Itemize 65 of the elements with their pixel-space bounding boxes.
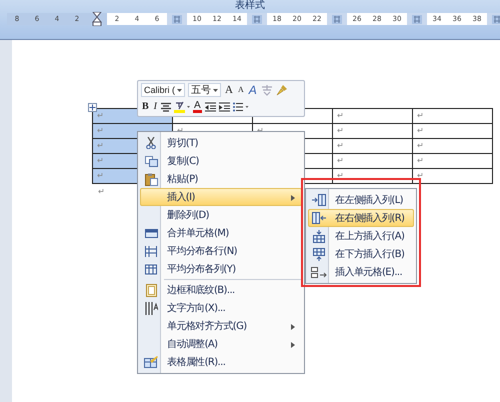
menu-item[interactable]: 自动调整(A): [140, 335, 302, 353]
table-cell: ↵: [412, 168, 492, 184]
menu-item[interactable]: 合并单元格(M): [140, 224, 302, 242]
menu-item[interactable]: 在下方插入行(B): [308, 245, 414, 263]
column-marker-icon[interactable]: [332, 14, 342, 24]
table-cell: ↵: [332, 108, 412, 124]
move-handle-icon[interactable]: [88, 103, 97, 112]
caret-icon: [177, 88, 182, 92]
copy-icon: [144, 156, 158, 166]
insert-column-left-icon: [312, 194, 326, 206]
table-cell: ↵: [332, 168, 412, 184]
bullet-list-icon[interactable]: [232, 102, 249, 112]
submenu-arrow-icon: [291, 195, 295, 201]
menu-item[interactable]: 在右侧插入列(R): [308, 209, 414, 227]
column-marker-icon[interactable]: [172, 14, 182, 24]
brush-icon[interactable]: [276, 84, 288, 96]
insert-row-above-icon: [313, 230, 325, 242]
column-marker-icon[interactable]: [412, 14, 422, 24]
window-title: 表样式: [235, 0, 265, 11]
text-direction-icon: [144, 302, 158, 314]
insert-row-below-icon: [313, 248, 325, 260]
decrease-indent-icon[interactable]: [204, 102, 216, 112]
font-field[interactable]: Calibri (: [141, 83, 186, 98]
merge-cells-icon: [144, 228, 158, 238]
table-cell: ↵: [332, 138, 412, 154]
page-icon: [146, 284, 156, 296]
align-center-icon[interactable]: [161, 102, 172, 112]
caret-icon: [213, 88, 218, 92]
table-properties-icon: [144, 356, 158, 368]
highlighter-icon[interactable]: [174, 100, 190, 113]
table-cell: ↵: [332, 124, 412, 138]
increase-indent-icon[interactable]: [218, 102, 230, 112]
menu-item[interactable]: 在上方插入行(A): [308, 227, 414, 245]
menu-item[interactable]: 边框和底纹(B)...: [140, 281, 302, 299]
clipboard-icon: [144, 172, 158, 186]
distribute-columns-icon: [144, 264, 158, 274]
menu-item[interactable]: 插入单元格(E)...: [308, 263, 414, 281]
menu-item[interactable]: 删除列(D): [140, 206, 302, 224]
shrink-font-button[interactable]: A: [236, 83, 245, 98]
distribute-rows-icon: [144, 246, 158, 256]
table-cell: ↵: [412, 138, 492, 154]
styles-button[interactable]: A: [248, 83, 258, 98]
grow-font-button[interactable]: A: [224, 83, 234, 98]
column-marker-icon[interactable]: [492, 14, 500, 24]
font-color-button[interactable]: A: [193, 100, 202, 114]
submenu-arrow-icon: [291, 342, 295, 348]
menu-item[interactable]: 平均分布各行(N): [140, 242, 302, 260]
menu-item[interactable]: 平均分布各列(Y): [140, 260, 302, 278]
menu-item[interactable]: 单元格对齐方式(G): [140, 317, 302, 335]
menu-item[interactable]: 表格属性(R)...: [140, 353, 302, 371]
column-marker-icon[interactable]: [252, 14, 262, 24]
paragraph-mark: ↵: [98, 187, 105, 196]
table-cell: ↵: [412, 108, 492, 124]
menu-item[interactable]: 文字方向(X)...: [140, 299, 302, 317]
insert-column-right-icon: [312, 212, 326, 224]
scissors-icon: [145, 137, 157, 149]
table-cell: ↵: [412, 154, 492, 168]
table-cell: ↵: [332, 154, 412, 168]
table-cell: ↵: [412, 124, 492, 138]
menu-item[interactable]: 在左侧插入列(L): [308, 191, 414, 209]
submenu-arrow-icon: [291, 324, 295, 330]
indent-marker-icon[interactable]: [92, 12, 102, 26]
insert-cell-icon: [311, 266, 327, 278]
font-size-field[interactable]: 五号: [188, 83, 222, 98]
menu-item[interactable]: 插入(I): [140, 188, 302, 206]
